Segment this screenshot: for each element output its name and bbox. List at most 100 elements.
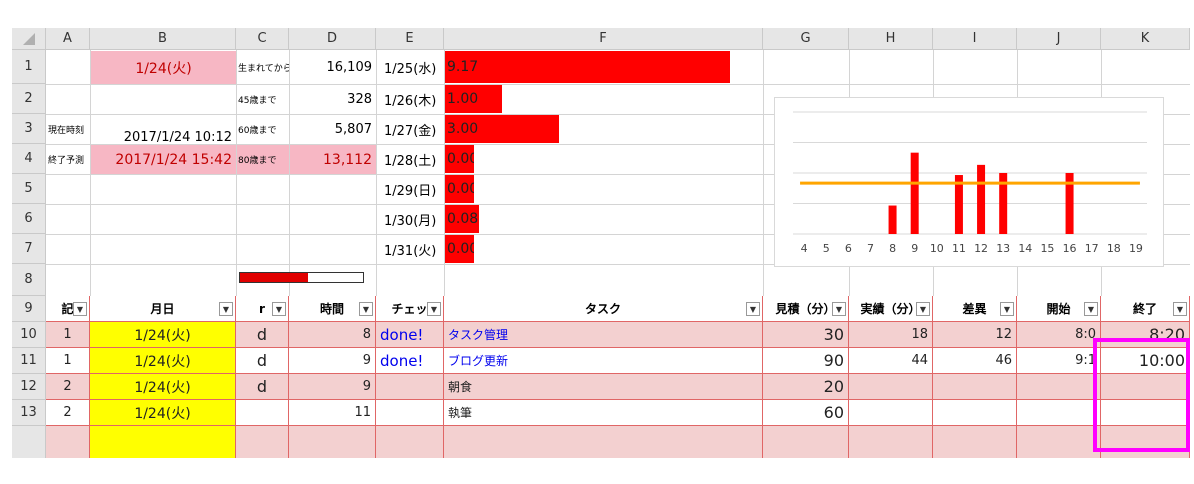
day-date-cell[interactable]: 1/31(火) — [380, 234, 444, 264]
table-cell-f[interactable]: 朝食 — [444, 374, 763, 400]
table-header-f[interactable]: タスク — [444, 296, 763, 322]
day-date-cell[interactable]: 1/28(土) — [380, 144, 444, 174]
row-header-8[interactable]: 8 — [12, 264, 46, 296]
day-date-cell[interactable]: 1/29(日) — [380, 174, 444, 204]
row-header-13[interactable]: 13 — [12, 400, 46, 426]
day-date-cell[interactable]: 1/25(水) — [380, 50, 444, 84]
column-header-k[interactable]: K — [1101, 28, 1190, 50]
table-cell-e[interactable]: done! — [376, 322, 444, 348]
select-all-icon — [22, 32, 35, 45]
table-cell-j[interactable]: 8:0 — [1017, 322, 1101, 348]
row-header-2[interactable]: 2 — [12, 84, 46, 114]
table-cell-i[interactable]: 12 — [933, 322, 1017, 348]
table-cell-c[interactable] — [236, 400, 289, 426]
table-cell-b[interactable]: 1/24(火) — [90, 322, 236, 348]
row-header-5[interactable]: 5 — [12, 174, 46, 204]
column-header-e[interactable]: E — [376, 28, 444, 50]
table-header-b[interactable]: 月日 — [90, 296, 236, 322]
table-cell-d[interactable]: 9 — [289, 348, 376, 374]
today-date-cell[interactable]: 1/24(火) — [91, 51, 236, 84]
row-header-6[interactable]: 6 — [12, 204, 46, 234]
select-all-corner[interactable] — [12, 28, 46, 50]
table-cell-b[interactable]: 1/24(火) — [90, 348, 236, 374]
table-cell-e[interactable] — [376, 374, 444, 400]
until-80-value[interactable]: 13,112 — [290, 145, 376, 174]
until-60-value[interactable]: 5,807 — [290, 115, 376, 144]
table-cell-a[interactable]: 2 — [46, 374, 90, 400]
table-cell-g[interactable]: 20 — [763, 374, 849, 400]
column-header-i[interactable]: I — [933, 28, 1017, 50]
until-45-value[interactable]: 328 — [290, 85, 376, 114]
table-cell-h[interactable] — [849, 400, 933, 426]
column-header-c[interactable]: C — [236, 28, 289, 50]
filter-dropdown-icon[interactable]: ▼ — [73, 302, 87, 316]
day-hours-bar[interactable]: 0.00 — [445, 145, 474, 173]
column-header-f[interactable]: F — [444, 28, 763, 50]
table-cell-a[interactable]: 1 — [46, 348, 90, 374]
day-hours-bar[interactable]: 0.00 — [445, 175, 474, 203]
day-date-cell[interactable]: 1/30(月) — [380, 204, 444, 234]
table-cell-a[interactable]: 1 — [46, 322, 90, 348]
table-cell-i[interactable] — [933, 374, 1017, 400]
day-hours-bar[interactable]: 0.08 — [445, 205, 479, 233]
filter-dropdown-icon[interactable]: ▼ — [272, 302, 286, 316]
filter-dropdown-icon[interactable]: ▼ — [427, 302, 441, 316]
row-header-10[interactable]: 10 — [12, 322, 46, 348]
column-header-j[interactable]: J — [1017, 28, 1101, 50]
day-hours-bar[interactable]: 3.00 — [445, 115, 559, 143]
table-cell-g[interactable]: 90 — [763, 348, 849, 374]
table-cell-d[interactable]: 9 — [289, 374, 376, 400]
filter-dropdown-icon[interactable]: ▼ — [832, 302, 846, 316]
table-cell-h[interactable]: 44 — [849, 348, 933, 374]
filter-dropdown-icon[interactable]: ▼ — [1084, 302, 1098, 316]
filter-dropdown-icon[interactable]: ▼ — [1173, 302, 1187, 316]
table-cell-i[interactable] — [933, 400, 1017, 426]
table-cell-c[interactable]: d — [236, 374, 289, 400]
table-cell-b[interactable]: 1/24(火) — [90, 374, 236, 400]
hours-chart[interactable]: 4 5 6 7 8 9 10 11 12 13 14 15 16 17 18 19 — [774, 97, 1164, 267]
row-header-7[interactable]: 7 — [12, 234, 46, 264]
filter-dropdown-icon[interactable]: ▼ — [219, 302, 233, 316]
table-cell-a[interactable]: 2 — [46, 400, 90, 426]
filter-dropdown-icon[interactable]: ▼ — [916, 302, 930, 316]
table-cell-f[interactable]: 執筆 — [444, 400, 763, 426]
row-header-9[interactable]: 9 — [12, 296, 46, 322]
row-header-3[interactable]: 3 — [12, 114, 46, 144]
end-forecast-cell[interactable]: 2017/1/24 15:42 — [91, 145, 236, 174]
filter-dropdown-icon[interactable]: ▼ — [746, 302, 760, 316]
table-cell-d[interactable]: 8 — [289, 322, 376, 348]
table-cell-e[interactable]: done! — [376, 348, 444, 374]
table-cell-g[interactable]: 30 — [763, 322, 849, 348]
table-cell-f[interactable]: ブログ更新 — [444, 348, 763, 374]
table-cell-e[interactable] — [376, 400, 444, 426]
day-hours-bar[interactable]: 0.00 — [445, 235, 474, 263]
row-header-4[interactable]: 4 — [12, 144, 46, 174]
filter-dropdown-icon[interactable]: ▼ — [359, 302, 373, 316]
row-header-1[interactable]: 1 — [12, 50, 46, 84]
table-cell-h[interactable] — [849, 374, 933, 400]
since-birth-value[interactable]: 16,109 — [290, 51, 376, 84]
table-cell-f[interactable]: タスク管理 — [444, 322, 763, 348]
table-cell-c[interactable]: d — [236, 322, 289, 348]
table-cell-j[interactable]: 9:1 — [1017, 348, 1101, 374]
day-hours-bar[interactable]: 9.17 — [445, 51, 730, 83]
column-header-g[interactable]: G — [763, 28, 849, 50]
table-cell-j[interactable] — [1017, 374, 1101, 400]
filter-dropdown-icon[interactable]: ▼ — [1000, 302, 1014, 316]
table-cell-h[interactable]: 18 — [849, 322, 933, 348]
day-hours-bar[interactable]: 1.00 — [445, 85, 502, 113]
table-cell-b[interactable]: 1/24(火) — [90, 400, 236, 426]
table-cell-g[interactable]: 60 — [763, 400, 849, 426]
column-header-b[interactable]: B — [90, 28, 236, 50]
row-header-12[interactable]: 12 — [12, 374, 46, 400]
day-date-cell[interactable]: 1/27(金) — [380, 114, 444, 144]
table-cell-i[interactable]: 46 — [933, 348, 1017, 374]
row-header-11[interactable]: 11 — [12, 348, 46, 374]
table-cell-c[interactable]: d — [236, 348, 289, 374]
column-header-h[interactable]: H — [849, 28, 933, 50]
table-cell-j[interactable] — [1017, 400, 1101, 426]
column-header-a[interactable]: A — [46, 28, 90, 50]
column-header-d[interactable]: D — [289, 28, 376, 50]
day-date-cell[interactable]: 1/26(木) — [380, 84, 444, 114]
table-cell-d[interactable]: 11 — [289, 400, 376, 426]
